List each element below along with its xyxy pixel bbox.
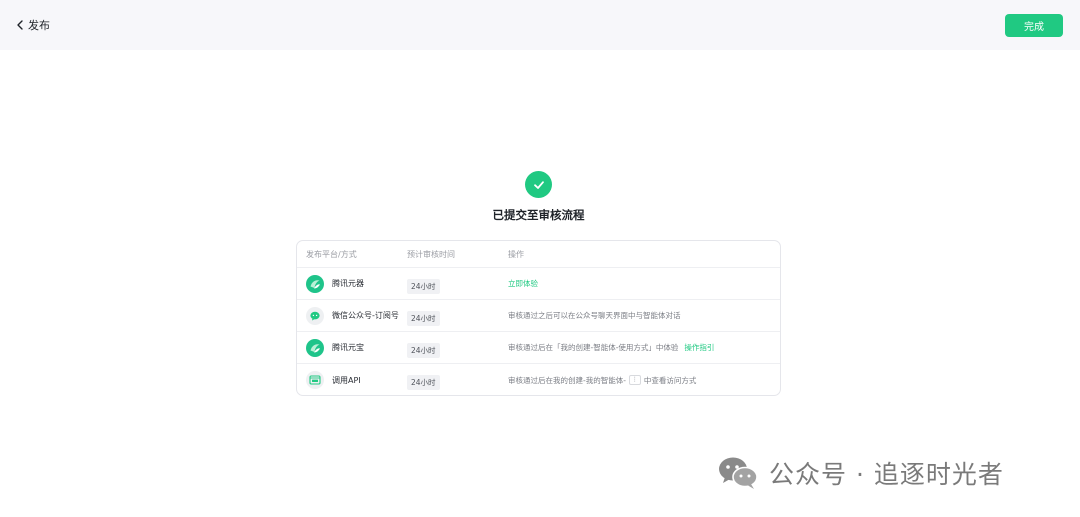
- success-check-icon: [525, 171, 552, 198]
- action-description: 审核通过后在我的创建-我的智能体-: [508, 375, 626, 385]
- review-time-badge: 24小时: [407, 342, 440, 358]
- wechat-watermark-icon: [719, 457, 758, 489]
- back-button[interactable]: 发布: [16, 17, 50, 33]
- api-icon: [306, 371, 324, 389]
- table-row: 调用API 24小时 审核通过后在我的创建-我的智能体- ⋮ 中查看访问方式: [297, 364, 780, 395]
- table-row: 腾讯元器 24小时 立即体验: [297, 268, 780, 300]
- status-title: 已提交至审核流程: [492, 208, 585, 222]
- platform-name: 调用API: [332, 375, 361, 385]
- table-row: 微信公众号-订阅号 24小时 审核通过之后可以在公众号聊天界面中与智能体对话: [297, 300, 780, 332]
- header-platform: 发布平台/方式: [306, 249, 357, 259]
- action-description: 中查看访问方式: [643, 375, 697, 385]
- done-button[interactable]: 完成: [1005, 13, 1063, 37]
- yuanqi-logo-icon: [306, 274, 324, 293]
- action-description: 审核通过后在「我的创建-智能体-使用方式」中体验: [508, 343, 679, 352]
- back-label: 发布: [28, 19, 50, 32]
- top-bar: 发布 完成: [0, 0, 1080, 50]
- header-action: 操作: [508, 249, 524, 259]
- guide-link[interactable]: 操作指引: [684, 342, 714, 353]
- try-now-link[interactable]: 立即体验: [508, 278, 538, 289]
- wechat-icon: [306, 306, 324, 325]
- platform-name: 腾讯元器: [332, 279, 364, 288]
- publish-table: 发布平台/方式 预计审核时间 操作 腾讯元器 24小时 立即体验 微信公众号-订…: [296, 240, 781, 396]
- action-description: 审核通过之后可以在公众号聊天界面中与智能体对话: [508, 311, 681, 320]
- watermark: 公众号 · 追逐时光者: [717, 455, 1004, 491]
- table-header: 发布平台/方式 预计审核时间 操作: [297, 241, 780, 268]
- review-time-badge: 24小时: [407, 375, 440, 390]
- header-time: 预计审核时间: [407, 249, 455, 259]
- table-row: 腾讯元宝 24小时 审核通过后在「我的创建-智能体-使用方式」中体验 操作指引: [297, 332, 780, 364]
- yuanbao-logo-icon: [306, 338, 324, 357]
- platform-name: 微信公众号-订阅号: [332, 311, 399, 320]
- platform-name: 腾讯元宝: [332, 343, 364, 352]
- chevron-left-icon: [17, 20, 23, 30]
- more-menu-icon: ⋮: [628, 375, 641, 385]
- review-time-badge: 24小时: [407, 278, 440, 294]
- review-time-badge: 24小时: [407, 310, 440, 326]
- watermark-text: 公众号 · 追逐时光者: [769, 460, 1004, 489]
